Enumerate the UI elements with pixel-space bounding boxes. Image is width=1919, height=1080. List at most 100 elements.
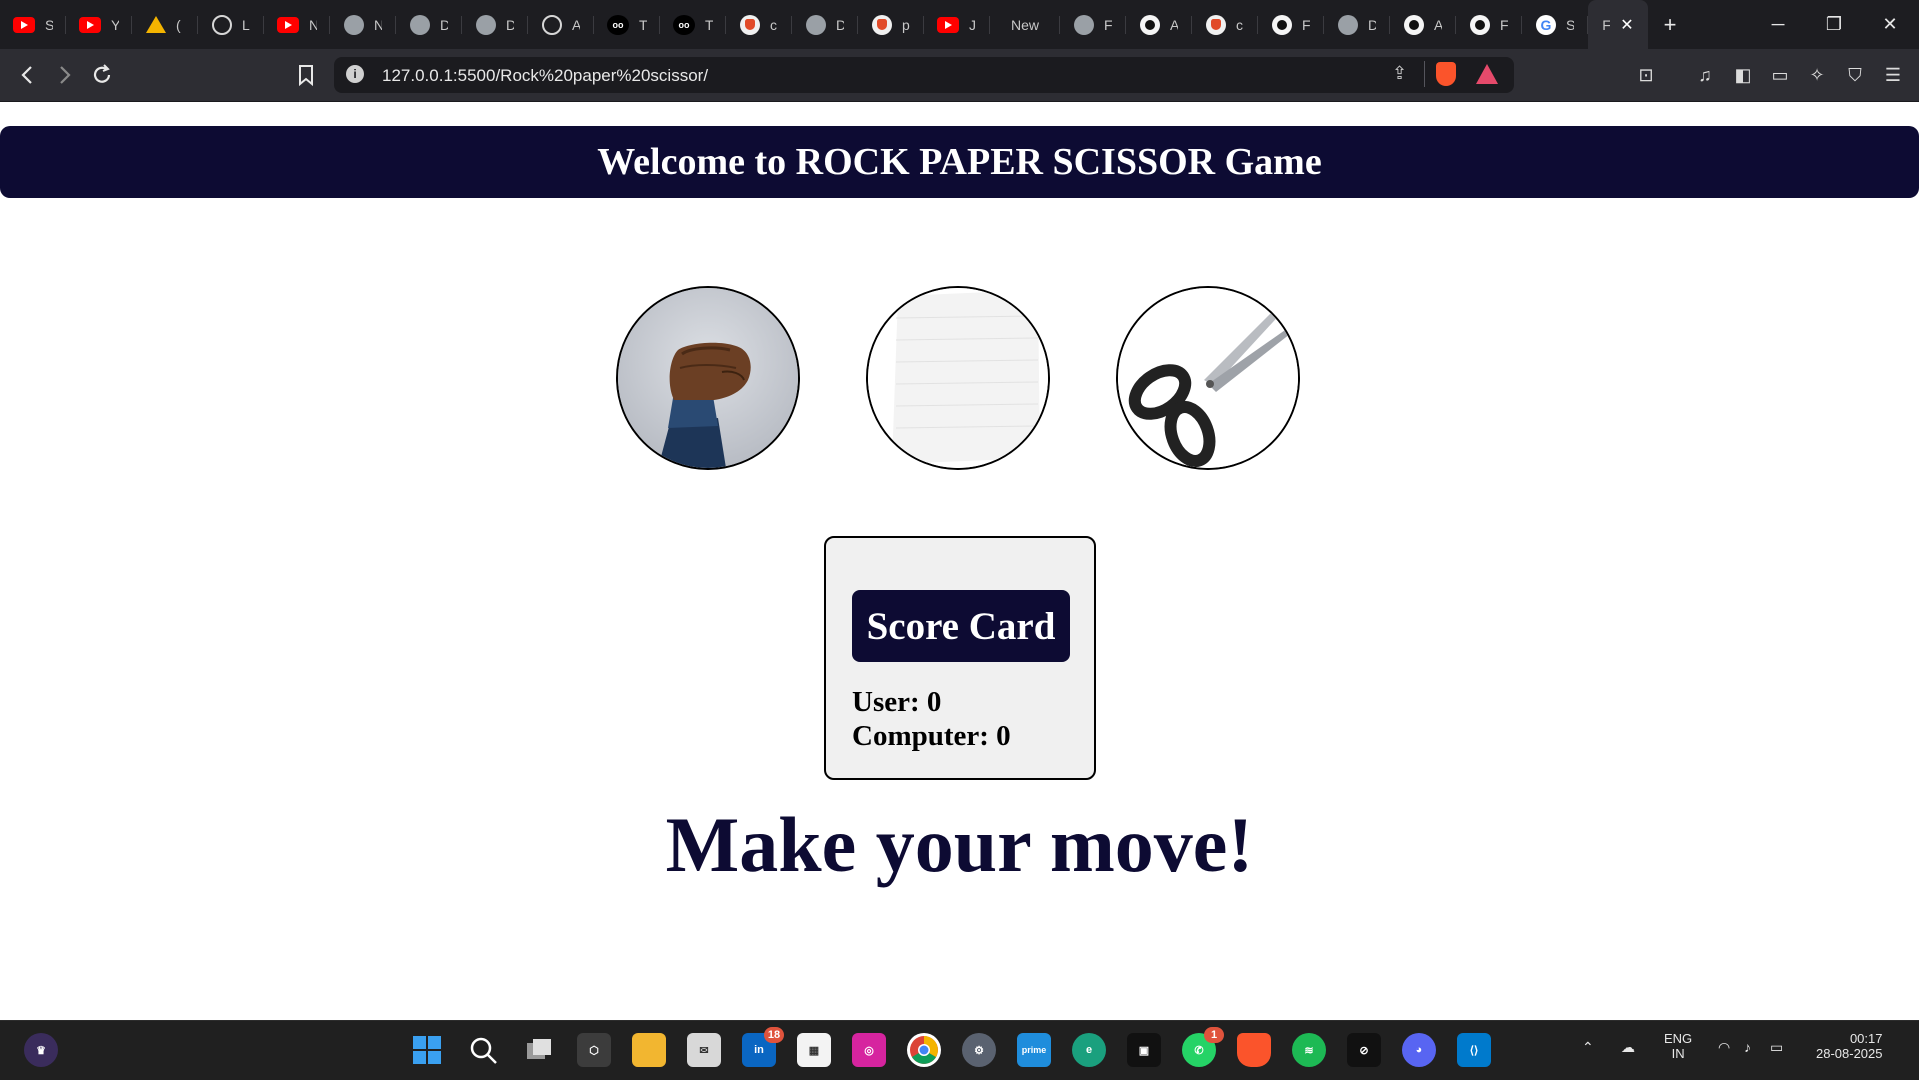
discord-icon[interactable]: ◕ bbox=[1402, 1033, 1436, 1067]
page-header: Welcome to ROCK PAPER SCISSOR Game bbox=[0, 126, 1919, 198]
sidebar-icon[interactable]: ◧ bbox=[1730, 62, 1756, 88]
tab-active[interactable]: F ✕ bbox=[1588, 0, 1648, 49]
premier-league-icon[interactable]: ♛ bbox=[24, 1033, 58, 1067]
rock-choice[interactable] bbox=[616, 286, 800, 470]
tab[interactable]: oo T bbox=[660, 0, 726, 49]
tab[interactable]: A bbox=[1126, 0, 1192, 49]
task-view-icon[interactable] bbox=[522, 1033, 556, 1067]
minimize-icon[interactable]: ─ bbox=[1750, 0, 1806, 49]
youtube-icon bbox=[13, 16, 35, 33]
paper-choice[interactable] bbox=[866, 286, 1050, 470]
tab[interactable]: A bbox=[528, 0, 594, 49]
restore-icon[interactable]: ❐ bbox=[1806, 0, 1862, 49]
user-score: 0 bbox=[926, 686, 942, 718]
github-icon bbox=[1272, 14, 1292, 35]
vpn-icon[interactable]: ⛉ bbox=[1842, 62, 1868, 88]
globe-icon bbox=[1338, 14, 1358, 35]
windows-start-icon[interactable] bbox=[410, 1033, 444, 1067]
clock[interactable]: 00:17 28-08-2025 bbox=[1816, 1031, 1883, 1061]
tab-title: L bbox=[242, 16, 250, 33]
edge-icon[interactable]: e bbox=[1072, 1033, 1106, 1067]
copilot-icon[interactable]: ⬡ bbox=[577, 1033, 611, 1067]
prime-video-icon[interactable]: prime bbox=[1017, 1033, 1051, 1067]
back-icon[interactable] bbox=[14, 61, 42, 89]
region-label: IN bbox=[1671, 1046, 1685, 1061]
tab[interactable]: A bbox=[1390, 0, 1456, 49]
epic-games-icon[interactable]: ▣ bbox=[1127, 1033, 1161, 1067]
settings-gear-icon[interactable]: ⚙ bbox=[962, 1033, 996, 1067]
github-icon bbox=[1404, 14, 1424, 35]
tab-title: c bbox=[770, 16, 777, 33]
clock-time: 00:17 bbox=[1849, 1031, 1883, 1046]
tab[interactable]: p bbox=[858, 0, 924, 49]
new-tab-button[interactable]: + bbox=[1648, 12, 1692, 38]
language-indicator[interactable]: ENG IN bbox=[1664, 1031, 1692, 1061]
tab-new[interactable]: New bbox=[990, 0, 1060, 49]
close-tab-icon[interactable]: ✕ bbox=[1620, 15, 1633, 35]
reload-icon[interactable] bbox=[88, 61, 116, 89]
tab-title: S bbox=[1566, 16, 1574, 33]
brave-browser-icon[interactable] bbox=[1237, 1033, 1271, 1067]
vscode-icon[interactable]: ⟨⟩ bbox=[1457, 1033, 1491, 1067]
brave-icon bbox=[740, 14, 760, 35]
tab[interactable]: L bbox=[198, 0, 264, 49]
mail-icon[interactable]: ✉ bbox=[687, 1033, 721, 1067]
tab[interactable]: N bbox=[330, 0, 396, 49]
chatgpt-icon bbox=[542, 14, 562, 35]
address-bar[interactable]: i 127.0.0.1:5500/Rock%20paper%20scissor/… bbox=[334, 57, 1514, 93]
reader-mode-icon[interactable]: ⊡ bbox=[1633, 62, 1659, 88]
close-window-icon[interactable]: ✕ bbox=[1862, 0, 1918, 49]
tab[interactable]: F bbox=[1060, 0, 1126, 49]
whatsapp-icon[interactable]: ✆ 1 bbox=[1182, 1027, 1224, 1067]
bookmark-icon[interactable] bbox=[292, 61, 320, 89]
tab[interactable]: Y bbox=[66, 0, 132, 49]
tab[interactable]: oo T bbox=[594, 0, 660, 49]
globe-icon bbox=[1074, 14, 1094, 35]
tab-title: D bbox=[440, 16, 448, 33]
tab[interactable]: ( bbox=[132, 0, 198, 49]
spotify-icon[interactable]: ≋ bbox=[1292, 1033, 1326, 1067]
tab[interactable]: c bbox=[1192, 0, 1258, 49]
tab[interactable]: D bbox=[792, 0, 858, 49]
tab[interactable]: D bbox=[462, 0, 528, 49]
rock-fist-image bbox=[618, 288, 798, 468]
tab[interactable]: D bbox=[396, 0, 462, 49]
whatsapp-badge: 1 bbox=[1204, 1027, 1224, 1043]
wifi-icon[interactable]: ◠ bbox=[1718, 1039, 1730, 1056]
file-explorer-icon[interactable] bbox=[632, 1033, 666, 1067]
globe-icon bbox=[410, 14, 430, 35]
computer-score-label: Computer: bbox=[852, 720, 989, 752]
brave-shields-icon[interactable] bbox=[1436, 62, 1456, 86]
share-icon[interactable]: ⇪ bbox=[1392, 63, 1407, 84]
wallet-icon[interactable]: ▭ bbox=[1767, 62, 1793, 88]
tab[interactable]: D bbox=[1324, 0, 1390, 49]
volume-icon[interactable]: ♪ bbox=[1744, 1039, 1751, 1055]
url-text: 127.0.0.1:5500/Rock%20paper%20scissor/ bbox=[382, 66, 709, 85]
tab[interactable]: F bbox=[1456, 0, 1522, 49]
instagram-icon[interactable]: ◎ bbox=[852, 1033, 886, 1067]
microsoft-store-icon[interactable]: ▦ bbox=[797, 1033, 831, 1067]
tab[interactable]: c bbox=[726, 0, 792, 49]
tab-title: D bbox=[836, 16, 844, 33]
tab[interactable]: F bbox=[1258, 0, 1324, 49]
chrome-icon[interactable] bbox=[907, 1033, 941, 1067]
battery-icon[interactable]: ▭ bbox=[1770, 1039, 1783, 1056]
leo-ai-icon[interactable]: ✧ bbox=[1804, 62, 1830, 88]
youtube-icon bbox=[937, 16, 959, 33]
chevron-up-icon[interactable]: ⌃ bbox=[1582, 1039, 1594, 1056]
site-info-icon[interactable]: i bbox=[346, 65, 364, 83]
media-icon[interactable]: ♫ bbox=[1692, 62, 1718, 88]
tab[interactable]: N bbox=[264, 0, 330, 49]
linkedin-icon[interactable]: in 18 bbox=[742, 1027, 784, 1067]
onedrive-icon[interactable]: ☁ bbox=[1621, 1039, 1635, 1056]
forward-icon[interactable] bbox=[50, 61, 78, 89]
search-icon[interactable] bbox=[466, 1033, 500, 1067]
globe-icon bbox=[476, 14, 496, 35]
tab[interactable]: GS bbox=[1522, 0, 1588, 49]
brave-rewards-icon[interactable] bbox=[1476, 64, 1498, 84]
tab[interactable]: S bbox=[0, 0, 66, 49]
tab[interactable]: J bbox=[924, 0, 990, 49]
steam-deck-icon[interactable]: ⊘ bbox=[1347, 1033, 1381, 1067]
scissor-choice[interactable] bbox=[1116, 286, 1300, 470]
menu-icon[interactable]: ☰ bbox=[1880, 62, 1906, 88]
